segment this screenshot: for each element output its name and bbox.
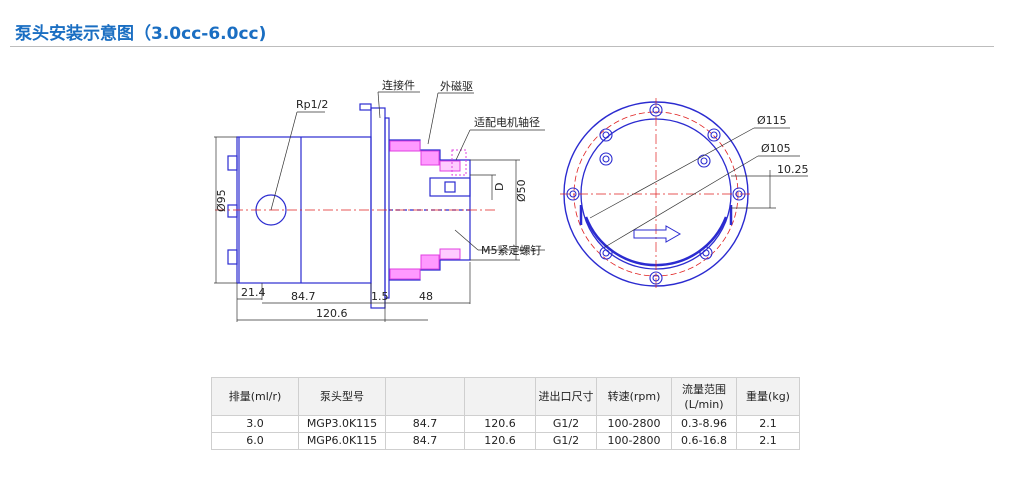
label-motor-shaft: 适配电机轴径 — [474, 115, 540, 129]
label-outer-magnet: 外磁驱 — [440, 80, 473, 93]
col-weight: 重量(kg) — [736, 377, 800, 416]
cell-weight: 2.1 — [736, 415, 800, 433]
dim-1-5: 1.5 — [371, 290, 389, 303]
side-tab-mid — [227, 204, 238, 218]
label-connector: 连接件 — [382, 79, 415, 92]
side-tab-bottom — [227, 249, 238, 265]
cell-length-2: 120.6 — [464, 432, 536, 450]
label-d: D — [493, 183, 506, 191]
cell-flow: 0.6-16.8 — [671, 432, 737, 450]
col-displacement: 排量(ml/r) — [211, 377, 299, 416]
cell-length-1: 84.7 — [385, 432, 465, 450]
cell-flow: 0.3-8.96 — [671, 415, 737, 433]
col-model: 泵头型号 — [298, 377, 386, 416]
cell-displacement: 3.0 — [211, 415, 299, 433]
label-d50: Ø50 — [515, 179, 528, 202]
col-speed: 转速(rpm) — [596, 377, 672, 416]
cell-weight: 2.1 — [736, 432, 800, 450]
label-d115: Ø115 — [757, 114, 787, 127]
label-d105: Ø105 — [761, 142, 791, 155]
pump-head-drawing: Rp1/2 连接件 外磁驱 适配电机轴径 D Ø50 Ø95 M5紧定螺钉 21… — [214, 79, 809, 322]
flow-arrow — [633, 225, 682, 243]
cell-model: MGP6.0K115 — [298, 432, 386, 450]
label-rp: Rp1/2 — [296, 98, 328, 111]
dim-84-7: 84.7 — [291, 290, 316, 303]
cell-displacement: 6.0 — [211, 432, 299, 450]
cell-port: G1/2 — [535, 432, 597, 450]
side-tab-top — [227, 155, 238, 171]
table-header-row: 排量(ml/r) 泵头型号 进出口尺寸 转速(rpm) 流量范围 (L/min)… — [211, 377, 800, 416]
spec-table: 排量(ml/r) 泵头型号 进出口尺寸 转速(rpm) 流量范围 (L/min)… — [211, 377, 800, 450]
col-flow: 流量范围 (L/min) — [671, 377, 737, 416]
dim-120-6: 120.6 — [316, 307, 348, 320]
label-d95: Ø95 — [215, 189, 228, 212]
col-port: 进出口尺寸 — [535, 377, 597, 416]
side-view — [227, 103, 471, 309]
label-offset: 10.25 — [777, 163, 809, 176]
cell-model: MGP3.0K115 — [298, 415, 386, 433]
cell-speed: 100-2800 — [596, 415, 672, 433]
dim-21-4: 21.4 — [241, 286, 266, 299]
dim-48: 48 — [419, 290, 433, 303]
col-blank-1 — [385, 377, 465, 416]
cell-port: G1/2 — [535, 415, 597, 433]
table-row: 3.0 MGP3.0K115 84.7 120.6 G1/2 100-2800 … — [211, 415, 800, 433]
cell-length-2: 120.6 — [464, 415, 536, 433]
table-row: 6.0 MGP6.0K115 84.7 120.6 G1/2 100-2800 … — [211, 432, 800, 450]
label-m5: M5紧定螺钉 — [481, 243, 542, 257]
cell-length-1: 84.7 — [385, 415, 465, 433]
flange — [370, 107, 386, 309]
col-blank-2 — [464, 377, 536, 416]
cell-speed: 100-2800 — [596, 432, 672, 450]
